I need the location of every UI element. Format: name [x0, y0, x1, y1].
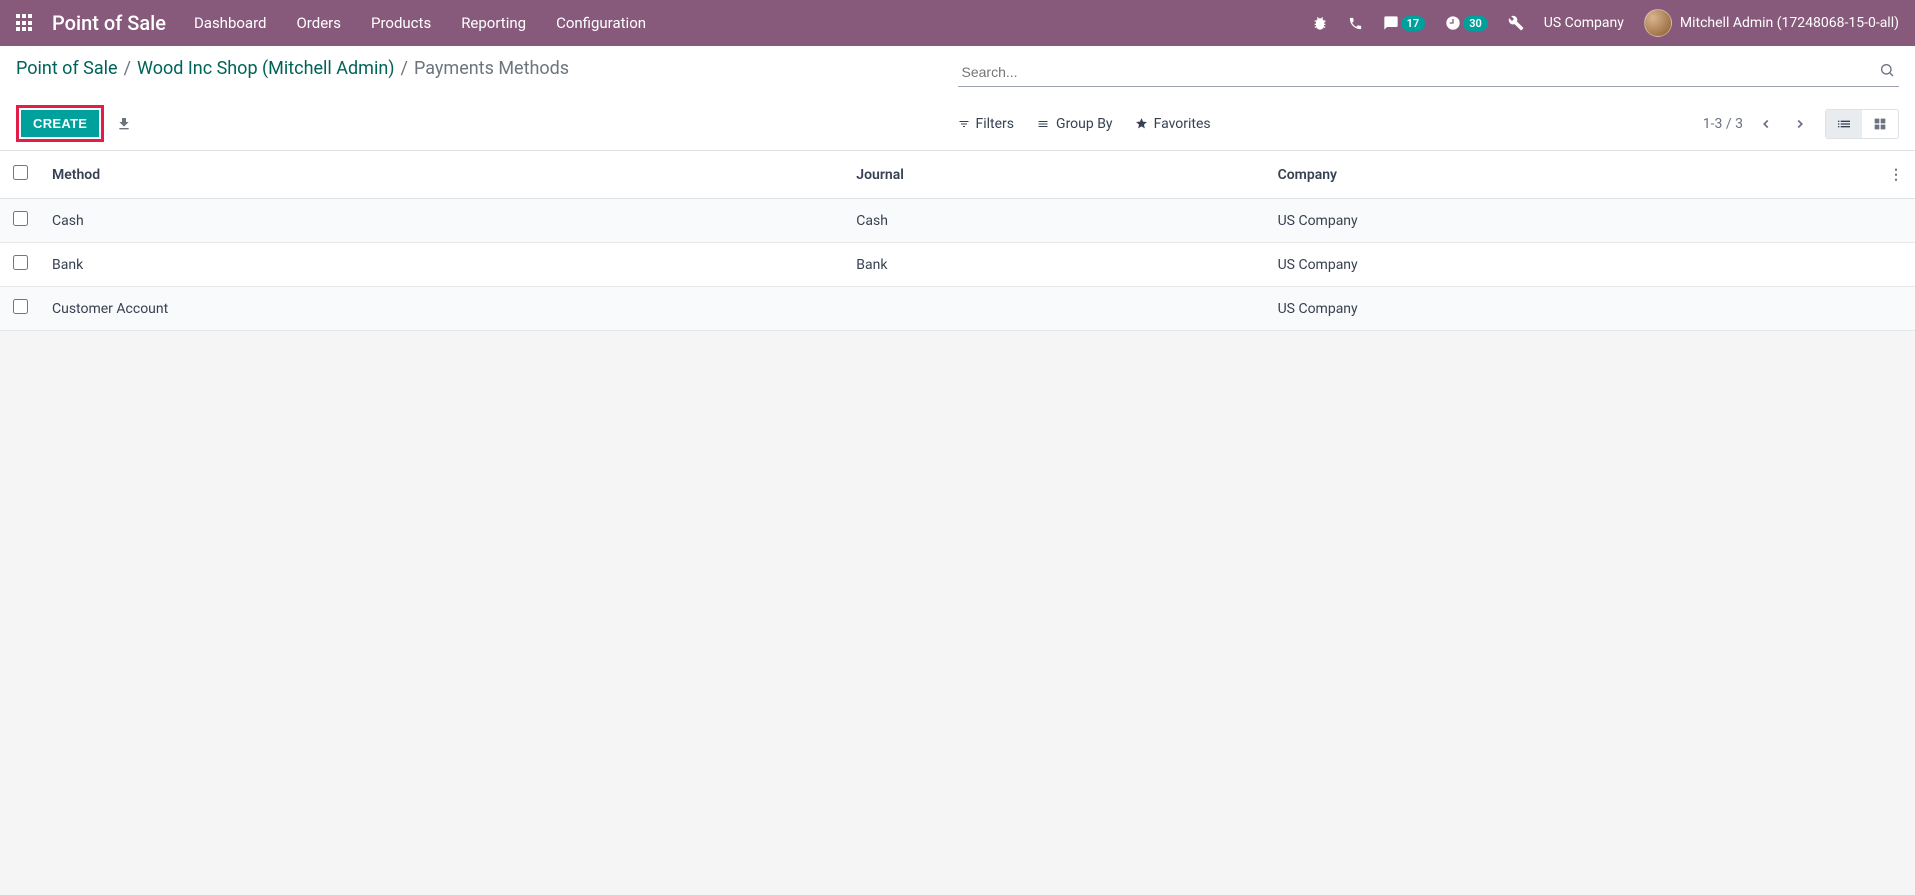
top-navbar: Point of Sale Dashboard Orders Products … [0, 0, 1915, 46]
search-input[interactable] [958, 58, 1900, 87]
export-icon[interactable] [116, 116, 132, 132]
col-method[interactable]: Method [40, 151, 844, 199]
messages-badge: 17 [1401, 16, 1426, 31]
menu-products[interactable]: Products [371, 14, 431, 32]
kanban-view-button[interactable] [1862, 110, 1898, 138]
menu-dashboard[interactable]: Dashboard [194, 14, 267, 32]
breadcrumb: Point of Sale / Wood Inc Shop (Mitchell … [16, 58, 569, 79]
messages-icon[interactable]: 17 [1383, 15, 1426, 31]
breadcrumb-link-0[interactable]: Point of Sale [16, 58, 118, 79]
row-checkbox[interactable] [13, 299, 28, 314]
cell-journal [844, 287, 1265, 331]
col-company[interactable]: Company [1266, 151, 1877, 199]
tools-icon[interactable] [1508, 15, 1524, 31]
user-menu[interactable]: Mitchell Admin (17248068-15-0-all) [1644, 9, 1899, 37]
menu-orders[interactable]: Orders [296, 14, 341, 32]
control-panel: Point of Sale / Wood Inc Shop (Mitchell … [0, 46, 1915, 151]
list-view-button[interactable] [1826, 110, 1862, 138]
list-view: Method Journal Company ⋮ CashCashUS Comp… [0, 151, 1915, 331]
breadcrumb-link-1[interactable]: Wood Inc Shop (Mitchell Admin) [137, 58, 395, 79]
cell-company: US Company [1266, 287, 1877, 331]
table-row[interactable]: BankBankUS Company [0, 243, 1915, 287]
app-brand[interactable]: Point of Sale [52, 11, 166, 35]
optional-columns-icon[interactable]: ⋮ [1877, 151, 1915, 199]
menu-reporting[interactable]: Reporting [461, 14, 526, 32]
row-checkbox[interactable] [13, 211, 28, 226]
main-menu: Dashboard Orders Products Reporting Conf… [194, 14, 646, 32]
groupby-button[interactable]: Group By [1036, 116, 1113, 132]
phone-icon[interactable] [1348, 16, 1363, 31]
cell-method: Cash [40, 199, 844, 243]
cell-company: US Company [1266, 243, 1877, 287]
avatar [1644, 9, 1672, 37]
search-container [958, 58, 1900, 87]
create-highlight: CREATE [16, 105, 104, 142]
apps-icon[interactable] [16, 14, 34, 32]
pager: 1-3 / 3 [1703, 113, 1811, 135]
cell-journal: Bank [844, 243, 1265, 287]
table-row[interactable]: Customer Account US Company [0, 287, 1915, 331]
filters-button[interactable]: Filters [958, 116, 1015, 132]
col-journal[interactable]: Journal [844, 151, 1265, 199]
select-all-checkbox[interactable] [13, 165, 28, 180]
cell-company: US Company [1266, 199, 1877, 243]
menu-configuration[interactable]: Configuration [556, 14, 646, 32]
company-selector[interactable]: US Company [1544, 15, 1624, 31]
cell-method: Bank [40, 243, 844, 287]
activities-icon[interactable]: 30 [1445, 15, 1488, 31]
pager-next[interactable] [1789, 113, 1811, 135]
create-button[interactable]: CREATE [21, 110, 99, 137]
table-row[interactable]: CashCashUS Company [0, 199, 1915, 243]
row-checkbox[interactable] [13, 255, 28, 270]
user-name: Mitchell Admin (17248068-15-0-all) [1680, 15, 1899, 31]
activities-badge: 30 [1463, 16, 1488, 31]
cell-method: Customer Account [40, 287, 844, 331]
debug-icon[interactable] [1312, 15, 1328, 31]
favorites-button[interactable]: Favorites [1135, 116, 1211, 132]
search-icon[interactable] [1879, 62, 1895, 78]
pager-prev[interactable] [1755, 113, 1777, 135]
cell-journal: Cash [844, 199, 1265, 243]
breadcrumb-current: Payments Methods [414, 58, 569, 79]
view-switcher [1825, 109, 1899, 139]
